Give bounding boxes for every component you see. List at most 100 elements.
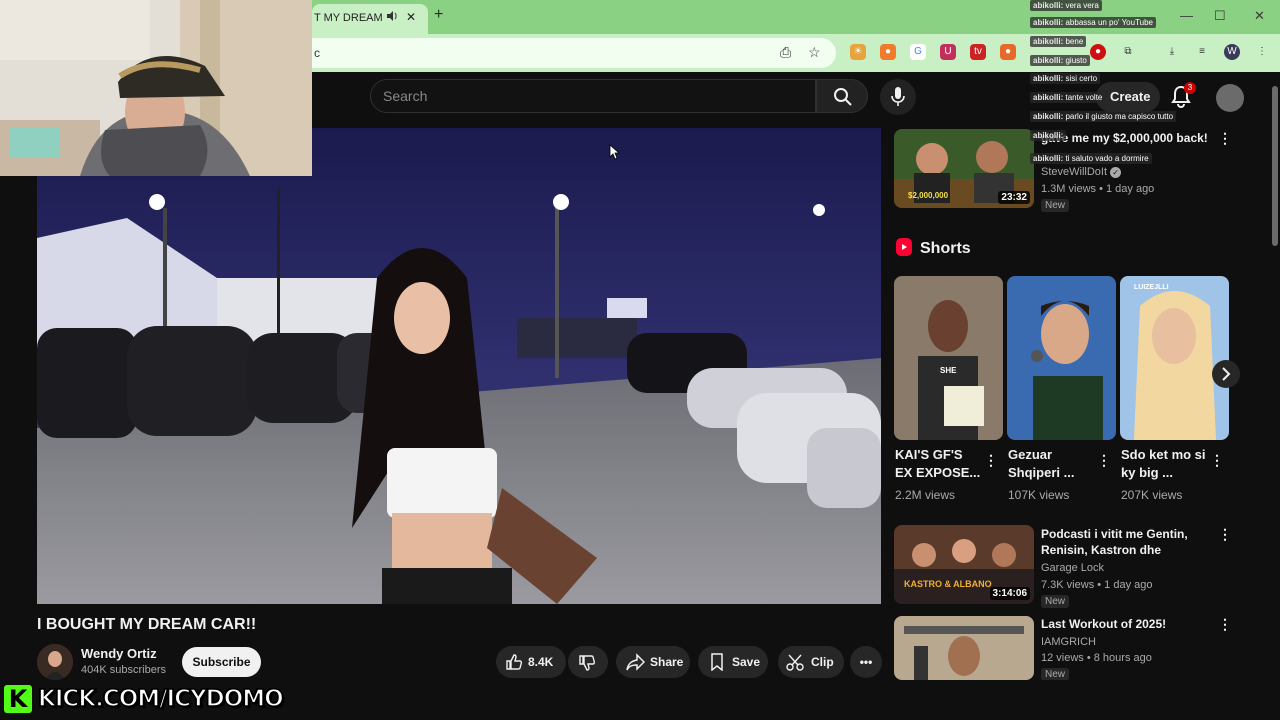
video-duration: 3:14:06 <box>989 587 1030 600</box>
like-count: 8.4K <box>528 655 554 669</box>
short-thumbnail[interactable]: LUIZEJLLI <box>1120 276 1229 440</box>
tab-title: T MY DREAM C <box>314 12 384 24</box>
download-icon[interactable]: ⤓ <box>1164 44 1180 60</box>
shorts-icon <box>896 238 912 256</box>
recommendation-thumbnail[interactable]: $2,000,000 23:32 <box>894 129 1034 208</box>
clip-label: Clip <box>811 655 834 669</box>
chevron-right-icon <box>1222 367 1231 381</box>
scissors-icon <box>786 654 804 671</box>
extension-google-icon[interactable]: G <box>910 44 926 60</box>
chat-message: abikolli: abbassa un po' YouTube <box>1030 17 1156 28</box>
voice-search-button[interactable] <box>880 79 916 115</box>
share-label: Share <box>650 655 684 669</box>
recommendation-title[interactable]: Last Workout of 2025! <box>1041 616 1211 632</box>
recommendation-thumbnail[interactable]: KASTRO & ALBANO 3:14:06 <box>894 525 1034 604</box>
bookmark-star-icon[interactable]: ☆ <box>808 44 821 61</box>
more-vertical-icon[interactable]: ⋮ <box>984 452 998 469</box>
tab-audio-icon[interactable] <box>386 10 398 25</box>
short-title[interactable]: KAI'S GF'S EX EXPOSE... <box>895 446 981 482</box>
recommendation-channel[interactable]: IAMGRICH <box>1041 636 1096 648</box>
short-views: 2.2M views <box>895 488 956 502</box>
search-button[interactable] <box>816 79 868 113</box>
channel-avatar[interactable] <box>37 644 73 680</box>
short-thumbnail-text: SHE <box>940 366 957 375</box>
save-label: Save <box>732 655 761 669</box>
short-title[interactable]: Sdo ket mo si ky big ... <box>1121 446 1207 482</box>
extensions-puzzle-icon[interactable]: ⧉ <box>1120 44 1136 60</box>
shorts-heading: Shorts <box>920 240 971 257</box>
video-title: I BOUGHT MY DREAM CAR!! <box>37 616 257 633</box>
chat-message: abikolli: <box>1030 130 1067 141</box>
channel-name[interactable]: Wendy Ortiz <box>81 646 157 661</box>
new-badge: New <box>1041 199 1070 212</box>
create-label: Create <box>1110 89 1151 104</box>
extension-orange-icon[interactable]: ● <box>1000 44 1016 60</box>
chat-message: abikolli: parlo il giusto ma capisco tut… <box>1030 111 1177 122</box>
recommendation-channel[interactable]: SteveWillDoIt ✓ <box>1041 166 1122 178</box>
short-thumbnail-text: LUIZEJLLI <box>1134 284 1169 291</box>
clip-button[interactable]: Clip <box>778 646 844 678</box>
recommendation-meta: 7.3K views • 1 day ago <box>1041 579 1153 591</box>
extension-cookie-icon[interactable]: ● <box>880 44 896 60</box>
like-button[interactable]: 8.4K <box>496 646 566 678</box>
install-app-icon[interactable]: ⎙ <box>780 44 791 61</box>
bookmark-icon <box>711 653 723 671</box>
chat-message: abikolli: vera vera <box>1030 0 1102 11</box>
share-arrow-icon <box>626 653 645 671</box>
microphone-icon <box>891 87 905 106</box>
new-tab-icon[interactable]: + <box>434 6 443 24</box>
address-bar[interactable]: c ⎙ ☆ <box>300 38 836 68</box>
short-views: 107K views <box>1008 488 1070 502</box>
tab-close-icon[interactable]: ✕ <box>406 10 416 24</box>
create-button[interactable]: Create <box>1096 82 1160 112</box>
recommendation-channel[interactable]: Garage Lock <box>1041 562 1104 574</box>
more-horizontal-icon: ••• <box>859 655 873 669</box>
stream-url: KICK.COM/ICYDOMO <box>37 685 284 713</box>
short-title[interactable]: Gezuar Shqiperi ... <box>1008 446 1094 482</box>
channel-label: SteveWillDoIt <box>1041 166 1108 178</box>
more-vertical-icon[interactable]: ⋮ <box>1097 452 1111 469</box>
shorts-next-button[interactable] <box>1212 360 1240 388</box>
search-input[interactable]: Search <box>370 79 816 113</box>
minimize-icon[interactable]: — <box>1180 8 1193 23</box>
webcam-feed <box>0 0 312 176</box>
mouse-cursor-icon <box>609 144 621 160</box>
media-control-icon[interactable]: ≡ <box>1194 44 1210 60</box>
browser-tab-active[interactable]: T MY DREAM C ✕ <box>312 4 428 34</box>
dislike-button[interactable] <box>568 646 608 678</box>
recommendation-title[interactable]: Podcasti i vitit me Gentin, Renisin, Kas… <box>1041 526 1211 558</box>
more-vertical-icon[interactable]: ⋮ <box>1218 526 1232 543</box>
extension-record-icon[interactable]: ● <box>1090 44 1106 60</box>
close-window-icon[interactable]: ✕ <box>1254 8 1265 24</box>
profile-avatar-icon[interactable]: W <box>1224 44 1240 60</box>
save-button[interactable]: Save <box>698 646 768 678</box>
short-thumbnail[interactable] <box>1007 276 1116 440</box>
maximize-icon[interactable]: ☐ <box>1214 8 1226 24</box>
subscriber-count: 404K subscribers <box>81 664 166 676</box>
short-thumbnail[interactable]: SHE <box>894 276 1003 440</box>
notification-count-badge: 3 <box>1184 82 1196 94</box>
new-badge: New <box>1041 595 1070 608</box>
more-vertical-icon[interactable]: ⋮ <box>1218 130 1232 147</box>
video-player[interactable] <box>37 128 881 604</box>
extension-ublock-icon[interactable]: U <box>940 44 956 60</box>
video-duration: 23:32 <box>998 191 1030 204</box>
kick-logo-icon: K <box>4 685 32 713</box>
browser-menu-icon[interactable]: ⋮ <box>1254 44 1270 60</box>
account-avatar[interactable] <box>1216 84 1244 112</box>
more-actions-button[interactable]: ••• <box>850 646 882 678</box>
recommendation-thumbnail[interactable] <box>894 616 1034 680</box>
extension-tv-icon[interactable]: tv <box>970 44 986 60</box>
address-text: c <box>314 46 320 60</box>
chat-message: abikolli: giusto <box>1030 55 1090 66</box>
more-vertical-icon[interactable]: ⋮ <box>1210 452 1224 469</box>
scrollbar-thumb[interactable] <box>1272 86 1278 246</box>
chat-message: abikolli: ti saluto vado a dormire <box>1030 153 1152 164</box>
subscribe-button[interactable]: Subscribe <box>182 647 261 677</box>
share-button[interactable]: Share <box>616 646 690 678</box>
chat-message: abikolli: bene <box>1030 36 1087 47</box>
more-vertical-icon[interactable]: ⋮ <box>1218 616 1232 633</box>
thumbnail-text: $2,000,000 <box>908 191 949 200</box>
extension-sun-icon[interactable]: ☀ <box>850 44 866 60</box>
chat-message: abikolli: sisi certo <box>1030 73 1101 84</box>
